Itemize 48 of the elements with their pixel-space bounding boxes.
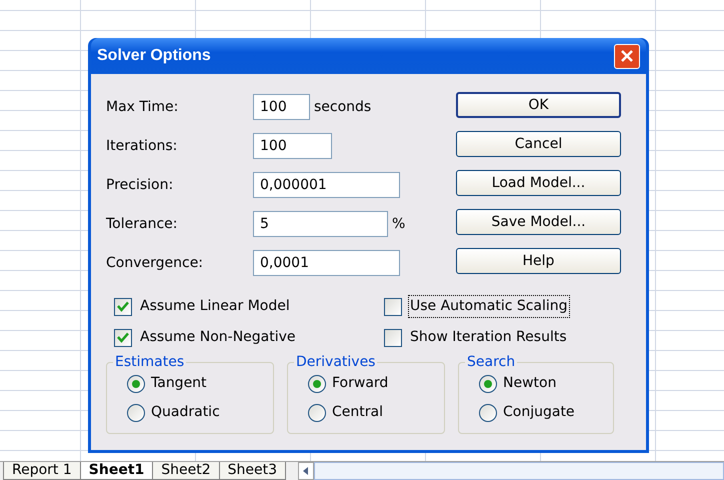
checkbox[interactable] — [114, 298, 132, 316]
field-label: Iterations: — [106, 136, 178, 156]
input-field[interactable]: 100 — [253, 133, 332, 159]
dialog-button[interactable]: Cancel — [456, 131, 621, 157]
window-title: Solver Options — [97, 46, 211, 66]
radio-button[interactable] — [127, 404, 145, 422]
radio-label[interactable]: Tangent — [151, 373, 207, 394]
check-icon — [117, 301, 129, 312]
radio-label[interactable]: Central — [332, 402, 383, 423]
input-field[interactable]: 0,0001 — [253, 250, 400, 276]
input-field[interactable]: 100 — [253, 94, 310, 120]
checkbox[interactable] — [384, 328, 402, 346]
unit-label: seconds — [314, 98, 372, 116]
radio-label[interactable]: Quadratic — [151, 402, 220, 423]
field-label: Tolerance: — [106, 214, 178, 234]
radio-button[interactable] — [308, 374, 326, 392]
checkbox-label[interactable]: Use Automatic Scaling — [408, 295, 570, 318]
dialog-button[interactable]: Save Model... — [456, 209, 621, 235]
dialog-button[interactable]: OK — [456, 92, 621, 118]
close-icon — [620, 49, 634, 63]
field-label: Precision: — [106, 176, 174, 194]
input-field[interactable]: 0,000001 — [253, 172, 400, 198]
sheet-tab[interactable]: Sheet3 — [218, 462, 286, 480]
radio-label[interactable]: Forward — [332, 373, 388, 394]
radio-button[interactable] — [479, 404, 497, 422]
radio-label[interactable]: Newton — [503, 373, 556, 394]
horizontal-scrollbar[interactable] — [314, 462, 724, 480]
close-button[interactable] — [614, 44, 640, 68]
radio-button[interactable] — [479, 374, 497, 392]
checkbox-label[interactable]: Show Iteration Results — [408, 326, 569, 349]
field-label: Max Time: — [106, 98, 180, 116]
dialog-button[interactable]: Help — [456, 248, 621, 274]
radio-label[interactable]: Conjugate — [503, 402, 575, 423]
sheet-tab[interactable]: Sheet1 — [80, 462, 154, 480]
checkbox[interactable] — [384, 298, 402, 316]
input-field[interactable]: 5 — [253, 211, 388, 237]
sheet-tab[interactable]: Sheet2 — [152, 462, 220, 480]
field-label: Convergence: — [106, 254, 204, 272]
dialog-button[interactable]: Load Model... — [456, 170, 621, 196]
check-icon — [117, 332, 129, 343]
checkbox-label[interactable]: Assume Non-Negative — [138, 326, 298, 349]
checkbox-label[interactable]: Assume Linear Model — [138, 295, 292, 318]
unit-label: % — [392, 214, 406, 234]
radio-button[interactable] — [308, 404, 326, 422]
checkbox[interactable] — [114, 328, 132, 346]
sheet-tab[interactable]: Report 1 — [3, 462, 81, 480]
scroll-left-icon[interactable] — [303, 467, 310, 475]
radio-button[interactable] — [127, 374, 145, 392]
